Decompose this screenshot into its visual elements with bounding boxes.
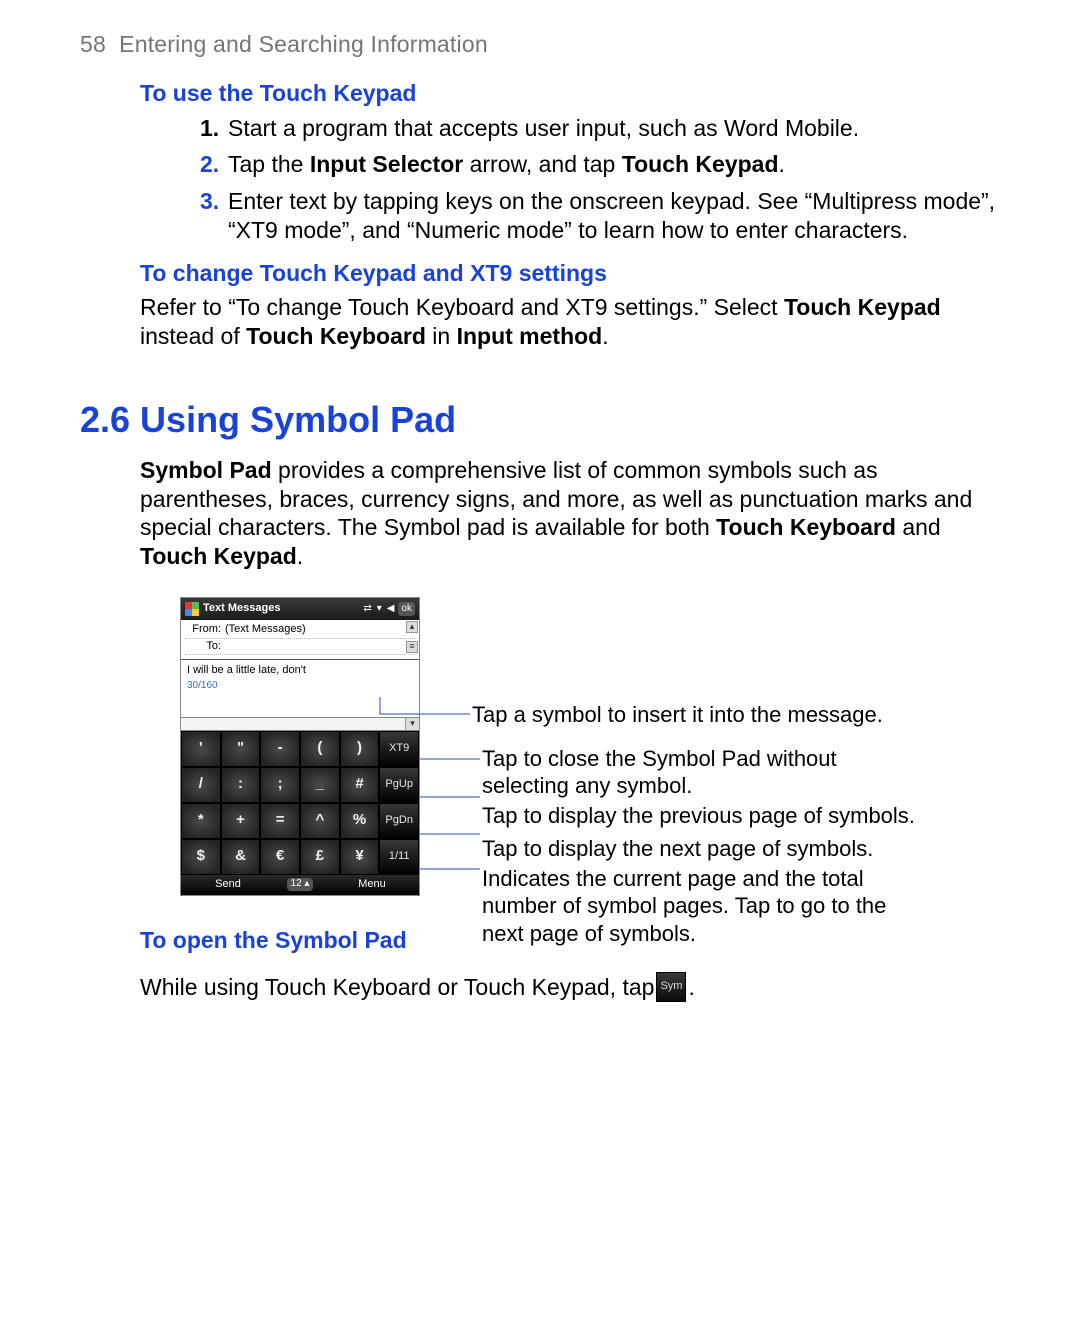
key-pgdn[interactable]: PgDn [379,803,419,839]
callout-insert: Tap a symbol to insert it into the messa… [472,701,883,729]
key-apostrophe[interactable]: ' [181,731,221,767]
softkey-bar: Send 12 ▴ Menu [181,875,419,895]
key-dollar[interactable]: $ [181,839,221,875]
section-heading-symbol-pad: 2.6 Using Symbol Pad [80,397,1000,442]
list-text: Start a program that accepts user input,… [228,114,1000,143]
sym-key-icon[interactable]: Sym [656,972,686,1002]
figure-symbol-pad: Text Messages ⇄ ▾ ◀ ok ▴ From: (Text Mes… [180,597,1000,896]
key-pound[interactable]: £ [300,839,340,875]
key-pgup[interactable]: PgUp [379,767,419,803]
list-item: 1. Start a program that accepts user inp… [200,114,1000,143]
heading-change-settings: To change Touch Keypad and XT9 settings [140,259,1000,288]
dropdown-arrow-icon[interactable]: ▾ [405,718,419,730]
list-text: Tap the Input Selector arrow, and tap To… [228,150,1000,179]
list-item: 2. Tap the Input Selector arrow, and tap… [200,150,1000,179]
key-equals[interactable]: = [260,803,300,839]
status-icons: ⇄ ▾ ◀ [363,604,394,614]
chapter-title: Entering and Searching Information [119,31,488,57]
titlebar-text: Text Messages [203,602,359,616]
key-percent[interactable]: % [340,803,380,839]
list-number: 3. [200,187,228,245]
ordered-list-use-keypad: 1. Start a program that accepts user inp… [200,114,1000,245]
message-header: From: (Text Messages) To: ≡ [181,620,419,656]
callout-prev: Tap to display the previous page of symb… [482,802,915,830]
input-selector-bar: ▾ [181,717,419,731]
heading-use-touch-keypad: To use the Touch Keypad [140,79,1000,108]
symbol-keypad: ' " - ( ) XT9 / : ; _ # PgUp * + = ^ % [181,731,419,875]
to-label: To: [185,640,221,654]
key-euro[interactable]: € [260,839,300,875]
key-quote[interactable]: " [221,731,261,767]
key-star[interactable]: * [181,803,221,839]
para-open-symbol-pad: While using Touch Keyboard or Touch Keyp… [140,972,1000,1002]
key-rparen[interactable]: ) [340,731,380,767]
key-lparen[interactable]: ( [300,731,340,767]
page-header: 58 Entering and Searching Information [80,30,1000,59]
key-semicolon[interactable]: ; [260,767,300,803]
callout-close: Tap to close the Symbol Pad without sele… [482,745,882,800]
ok-button[interactable]: ok [398,602,415,617]
sync-icon: ⇄ [363,604,371,614]
list-item: 3. Enter text by tapping keys on the ons… [200,187,1000,245]
phone-screenshot: Text Messages ⇄ ▾ ◀ ok ▴ From: (Text Mes… [180,597,420,896]
volume-icon: ◀ [387,604,395,614]
key-dash[interactable]: - [260,731,300,767]
message-body[interactable]: I will be a little late, don't [181,660,419,680]
scroll-middle-icon[interactable]: ≡ [406,641,418,653]
list-number: 1. [200,114,228,143]
char-counter: 30/160 [181,680,419,697]
scroll-up-icon[interactable]: ▴ [406,621,418,633]
para-change-settings: Refer to “To change Touch Keyboard and X… [140,293,1000,351]
list-text: Enter text by tapping keys on the onscre… [228,187,1000,245]
key-underscore[interactable]: _ [300,767,340,803]
key-yen[interactable]: ¥ [340,839,380,875]
key-plus[interactable]: + [221,803,261,839]
softkey-input-mode[interactable]: 12 ▴ [275,875,325,895]
key-slash[interactable]: / [181,767,221,803]
windows-start-icon[interactable] [185,602,199,616]
callout-page-indicator: Indicates the current page and the total… [482,865,902,948]
key-caret[interactable]: ^ [300,803,340,839]
signal-icon: ▾ [377,604,382,614]
softkey-menu[interactable]: Menu [325,875,419,895]
titlebar: Text Messages ⇄ ▾ ◀ ok [181,598,419,620]
key-page-indicator[interactable]: 1/11 [379,839,419,875]
page-number: 58 [80,31,106,57]
key-hash[interactable]: # [340,767,380,803]
callout-next: Tap to display the next page of symbols. [482,835,873,863]
key-colon[interactable]: : [221,767,261,803]
key-amp[interactable]: & [221,839,261,875]
para-symbol-pad: Symbol Pad provides a comprehensive list… [140,456,1000,571]
key-xt9[interactable]: XT9 [379,731,419,767]
softkey-send[interactable]: Send [181,875,275,895]
list-number: 2. [200,150,228,179]
from-label: From: [185,623,221,637]
from-value: (Text Messages) [225,623,415,637]
